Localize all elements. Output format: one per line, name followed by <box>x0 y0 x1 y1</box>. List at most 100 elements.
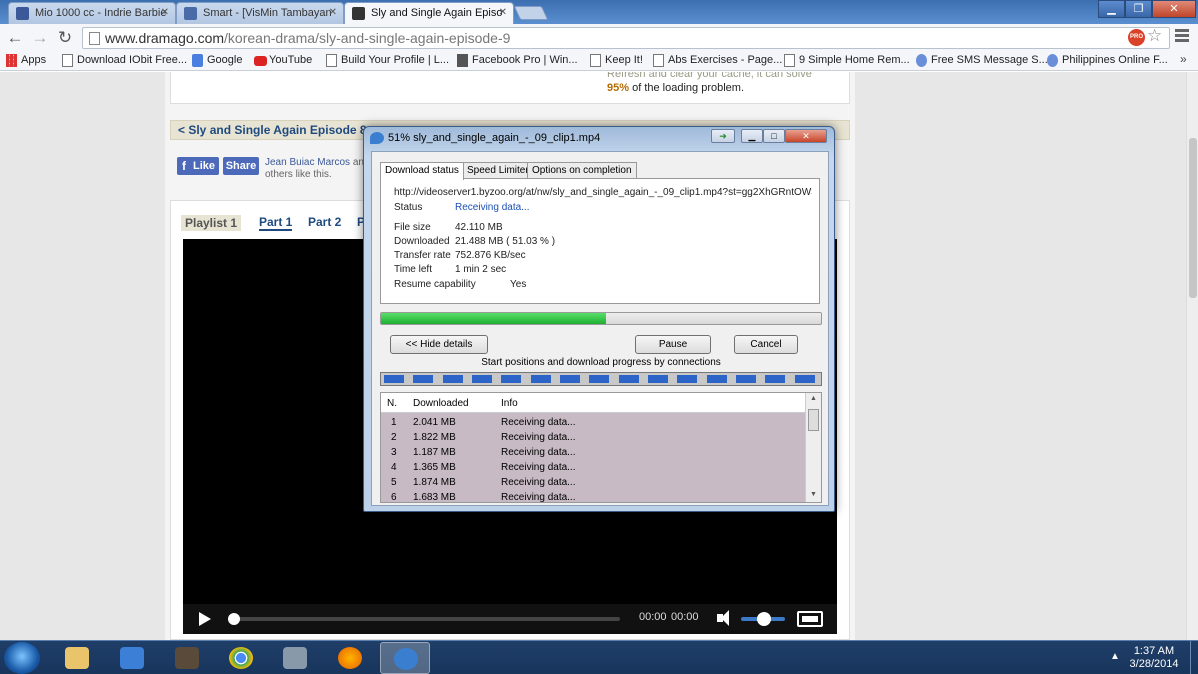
bookmark-label: Build Your Profile | L... <box>341 54 450 66</box>
volume-icon[interactable] <box>717 610 729 626</box>
play-icon[interactable] <box>199 612 211 626</box>
bookmark-item[interactable]: Abs Exercises - Page... <box>653 53 782 68</box>
pause-button[interactable]: Pause <box>635 335 711 354</box>
more-bookmarks-icon[interactable]: » <box>1180 52 1187 66</box>
minimize-window-button[interactable]: ▁ <box>1098 0 1125 18</box>
seek-bar[interactable] <box>228 613 620 625</box>
tab-part-2[interactable]: Part 2 <box>308 215 341 229</box>
downloaded-row: Downloaded 21.488 MB ( 51.03 % ) <box>394 236 555 247</box>
liker-name[interactable]: Jean Buiac Marcos <box>265 157 350 168</box>
taskbar-chrome[interactable] <box>216 642 266 674</box>
bookmark-label: Facebook Pro | Win... <box>472 54 578 66</box>
like-summary: Jean Buiac Marcos and others like this. <box>265 157 375 181</box>
bookmark-item[interactable]: Build Your Profile | L... <box>326 53 449 68</box>
show-desktop-button[interactable] <box>1190 641 1198 674</box>
taskbar-idm[interactable] <box>380 642 430 674</box>
dialog-maximize-button[interactable]: □ <box>763 129 785 143</box>
dialog-close-button[interactable]: ✕ <box>785 129 827 143</box>
bookmark-star-icon[interactable]: ☆ <box>1147 26 1162 46</box>
windows-taskbar: ▲ 1:37 AM 3/28/2014 <box>0 640 1198 674</box>
bookmark-item[interactable]: Facebook Pro | Win... <box>457 53 578 68</box>
cancel-button[interactable]: Cancel <box>734 335 798 354</box>
seek-handle[interactable] <box>228 613 240 625</box>
connection-row[interactable]: 5 1.874 MB Receiving data... <box>381 475 805 490</box>
browser-tab-1[interactable]: Mio 1000 cc - Indrie Barbie ✕ <box>8 2 176 24</box>
connection-row[interactable]: 4 1.365 MB Receiving data... <box>381 460 805 475</box>
bookmark-item[interactable]: Keep It! <box>590 53 643 68</box>
url-domain: www.dramago.com <box>105 30 225 46</box>
connections-list: N. Downloaded Info 1 2.041 MB Receiving da… <box>380 392 822 503</box>
chrome-menu-icon[interactable] <box>1175 29 1189 44</box>
taskbar-explorer[interactable] <box>52 642 102 674</box>
tab-download-status[interactable]: Download status <box>380 162 464 180</box>
connection-segment <box>442 375 463 383</box>
connections-list-scrollbar[interactable]: ▲ ▼ <box>805 393 821 502</box>
folder-icon <box>65 647 89 669</box>
close-tab-icon[interactable]: ✕ <box>161 3 169 23</box>
bookmark-label: Apps <box>21 54 47 66</box>
bookmark-item[interactable]: Free SMS Message S... <box>916 53 1048 68</box>
tab-part-1[interactable]: Part 1 <box>259 215 293 231</box>
extension-pro-icon[interactable]: PRO <box>1128 29 1145 46</box>
system-clock[interactable]: 1:37 AM 3/28/2014 <box>1122 645 1186 671</box>
browser-tab-3-active[interactable]: Sly and Single Again Episo ✕ <box>344 2 514 24</box>
connection-number: 1 <box>391 417 397 428</box>
page-icon <box>784 54 795 67</box>
bookmark-item[interactable]: Philippines Online F... <box>1047 53 1168 68</box>
connection-row[interactable]: 2 1.822 MB Receiving data... <box>381 430 805 445</box>
fullscreen-icon[interactable] <box>797 611 823 627</box>
downloaded-value: 21.488 MB ( 51.03 % ) <box>455 236 556 247</box>
tray-expand-icon[interactable]: ▲ <box>1110 651 1120 662</box>
connection-number: 3 <box>391 447 397 458</box>
facebook-share-button[interactable]: Share <box>223 157 259 175</box>
bookmark-apps[interactable]: Apps <box>6 53 46 68</box>
back-arrow-icon[interactable]: ← <box>5 28 25 48</box>
connection-number: 5 <box>391 477 397 488</box>
address-bar[interactable]: www.dramago.com/korean-drama/sly-and-sin… <box>82 27 1170 49</box>
start-button[interactable] <box>4 642 40 674</box>
bookmark-youtube[interactable]: YouTube <box>254 53 312 68</box>
scrollbar-thumb[interactable] <box>1189 138 1197 298</box>
bookmark-item[interactable]: Download IObit Free... <box>62 53 187 68</box>
taskbar-firefox[interactable] <box>325 642 375 674</box>
tab-options-on-completion[interactable]: Options on completion <box>527 162 637 179</box>
url-text[interactable]: www.dramago.com/korean-drama/sly-and-sin… <box>105 30 510 46</box>
hide-details-button[interactable]: << Hide details <box>390 335 488 354</box>
volume-handle[interactable] <box>757 612 771 626</box>
taskbar-app[interactable] <box>107 642 157 674</box>
column-n[interactable]: N. <box>387 398 397 409</box>
scroll-down-icon[interactable]: ▼ <box>810 491 817 498</box>
connection-downloaded: 1.365 MB <box>413 462 456 473</box>
dialog-arrow-icon[interactable]: ➜ <box>711 129 735 143</box>
column-info[interactable]: Info <box>501 398 518 409</box>
connection-row[interactable]: 3 1.187 MB Receiving data... <box>381 445 805 460</box>
taskbar-game[interactable] <box>162 642 212 674</box>
bookmark-google[interactable]: Google <box>192 53 242 68</box>
close-window-button[interactable]: ✕ <box>1152 0 1196 18</box>
new-tab-button[interactable] <box>513 6 549 20</box>
connection-row[interactable]: 6 1.683 MB Receiving data... <box>381 490 805 502</box>
dialog-body: Download status Speed Limiter Options on… <box>371 151 829 506</box>
bookmarks-bar: Apps Download IObit Free... Google YouTu… <box>0 51 1198 71</box>
page-scrollbar[interactable] <box>1186 72 1198 640</box>
scroll-up-icon[interactable]: ▲ <box>810 395 817 402</box>
bookmark-label: YouTube <box>269 54 313 66</box>
tab-speed-limiter[interactable]: Speed Limiter <box>462 162 534 179</box>
reload-icon[interactable]: ↻ <box>55 28 75 48</box>
bookmark-item[interactable]: 9 Simple Home Rem... <box>784 53 910 68</box>
status-value: Receiving data... <box>455 202 530 213</box>
browser-tab-2[interactable]: Smart - [VisMin Tambayan ✕ <box>176 2 344 24</box>
connection-row[interactable]: 1 2.041 MB Receiving data... <box>381 415 805 430</box>
taskbar-network[interactable] <box>270 642 320 674</box>
close-tab-icon[interactable]: ✕ <box>329 3 337 23</box>
facebook-like-button[interactable]: Like <box>177 157 219 175</box>
column-downloaded[interactable]: Downloaded <box>413 398 469 409</box>
restore-window-button[interactable]: ❐ <box>1125 0 1152 18</box>
previous-episode-link[interactable]: < Sly and Single Again Episode 8 <box>178 123 367 137</box>
close-tab-icon[interactable]: ✕ <box>499 3 507 23</box>
dialog-minimize-button[interactable]: ▁ <box>741 129 763 143</box>
scrollbar-thumb[interactable] <box>808 409 819 431</box>
site-icon <box>1047 54 1058 67</box>
url-path: /korean-drama/sly-and-single-again-episo… <box>224 30 511 46</box>
forward-arrow-icon[interactable]: → <box>30 28 50 48</box>
